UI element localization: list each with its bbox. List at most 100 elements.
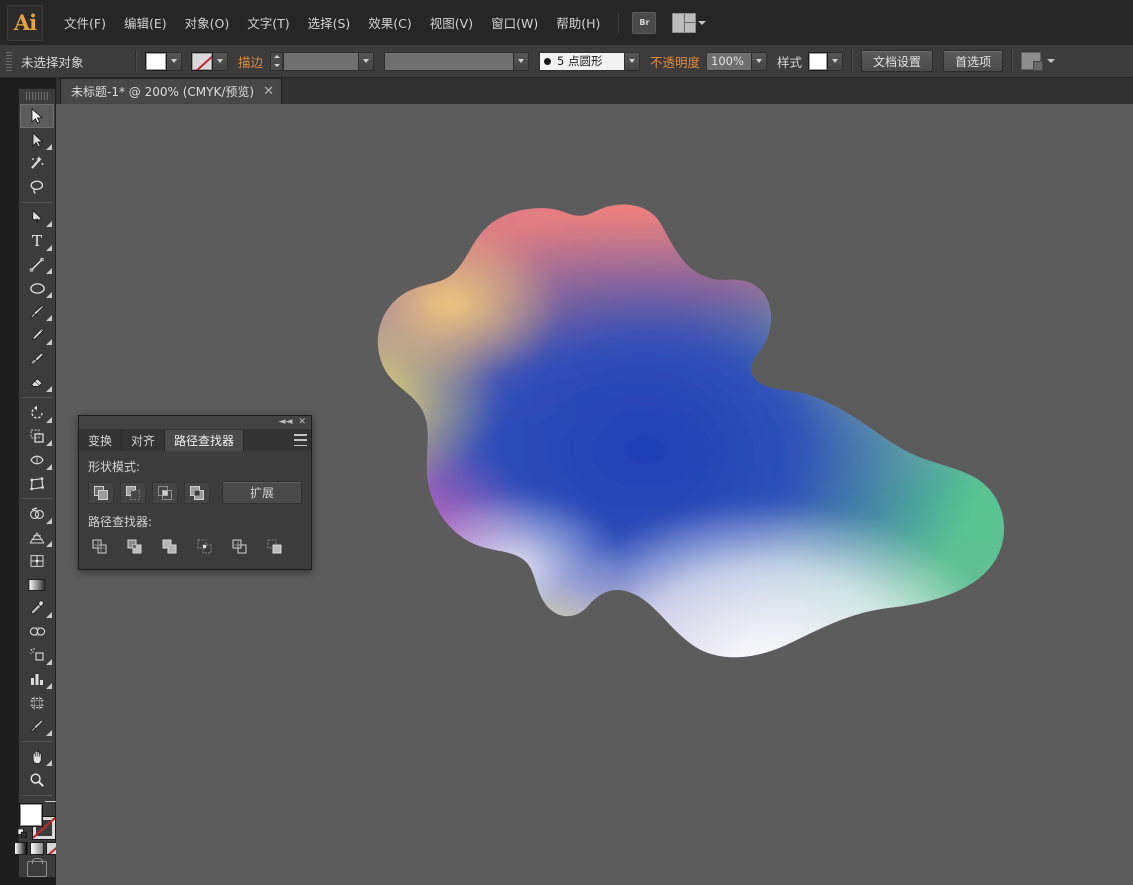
collapse-icon[interactable]: ◄◄ bbox=[279, 418, 293, 427]
gradient-tool[interactable] bbox=[20, 573, 54, 597]
shape-builder-tool[interactable] bbox=[20, 502, 54, 526]
minus-front-button[interactable] bbox=[120, 481, 146, 504]
graphic-style-group[interactable] bbox=[808, 51, 844, 71]
menu-file[interactable]: 文件(F) bbox=[55, 9, 115, 36]
fill-swatch[interactable] bbox=[145, 51, 167, 71]
fill-color-swatch[interactable] bbox=[19, 802, 43, 827]
slice-tool[interactable] bbox=[20, 714, 54, 738]
minus-back-button[interactable] bbox=[263, 536, 287, 558]
free-transform-tool[interactable] bbox=[20, 472, 54, 496]
pencil-tool[interactable] bbox=[20, 323, 54, 347]
expand-button[interactable]: 扩展 bbox=[222, 481, 302, 504]
mesh-tool[interactable] bbox=[20, 549, 54, 573]
menu-window[interactable]: 窗口(W) bbox=[482, 9, 547, 36]
rotate-tool[interactable] bbox=[20, 401, 54, 425]
width-profile-dropdown-button[interactable] bbox=[514, 51, 530, 71]
brush-definition-dropdown-button[interactable] bbox=[625, 51, 641, 71]
panel-menu-icon[interactable] bbox=[294, 434, 307, 446]
chevron-down-icon bbox=[217, 59, 223, 63]
menu-help[interactable]: 帮助(H) bbox=[547, 9, 609, 36]
pathfinder-panel[interactable]: ◄◄ ✕ 变换 对齐 路径查找器 形状模式: 扩展 路径查找器: bbox=[78, 415, 312, 570]
opacity-input[interactable]: 100% bbox=[706, 51, 753, 71]
menu-object[interactable]: 对象(O) bbox=[176, 9, 239, 36]
tool-divider bbox=[22, 397, 52, 399]
magic-wand-tool[interactable] bbox=[20, 152, 54, 176]
document-tab[interactable]: 未标题-1* @ 200% (CMYK/预览) ✕ bbox=[60, 78, 282, 104]
color-button[interactable] bbox=[14, 841, 28, 855]
stepper-down-icon[interactable] bbox=[271, 61, 282, 70]
exclude-button[interactable] bbox=[184, 481, 210, 504]
menu-edit[interactable]: 编辑(E) bbox=[115, 9, 176, 36]
zoom-tool[interactable] bbox=[20, 768, 54, 792]
brush-definition-field[interactable]: 5 点圆形 bbox=[539, 51, 626, 71]
menu-select[interactable]: 选择(S) bbox=[299, 9, 360, 36]
graphic-style-swatch[interactable] bbox=[808, 51, 829, 71]
fill-stroke-indicator[interactable] bbox=[18, 800, 57, 840]
bridge-icon[interactable]: Br bbox=[632, 11, 657, 34]
close-icon[interactable]: ✕ bbox=[263, 85, 274, 98]
tab-pathfinder[interactable]: 路径查找器 bbox=[165, 430, 245, 451]
eraser-tool[interactable] bbox=[20, 371, 54, 395]
document-setup-button[interactable]: 文档设置 bbox=[861, 50, 934, 72]
stroke-weight-stepper[interactable] bbox=[270, 51, 284, 71]
crop-button[interactable] bbox=[193, 536, 217, 558]
preferences-button[interactable]: 首选项 bbox=[943, 50, 1004, 72]
flyout-indicator-icon bbox=[46, 659, 52, 666]
align-to-pixel-grid-icon[interactable] bbox=[1021, 52, 1044, 71]
unite-button[interactable] bbox=[88, 481, 114, 504]
trim-button[interactable] bbox=[123, 536, 147, 558]
opacity-dropdown-button[interactable] bbox=[752, 51, 768, 71]
intersect-button[interactable] bbox=[152, 481, 178, 504]
width-tool[interactable] bbox=[20, 448, 54, 472]
tab-transform[interactable]: 变换 bbox=[79, 430, 123, 451]
stroke-swatch-none[interactable] bbox=[191, 51, 213, 71]
brush-definition-label: 5 点圆形 bbox=[557, 54, 603, 68]
control-bar-grip[interactable] bbox=[6, 51, 12, 71]
scale-tool[interactable] bbox=[20, 425, 54, 449]
menu-view[interactable]: 视图(V) bbox=[421, 9, 482, 36]
symbol-sprayer-tool[interactable] bbox=[20, 644, 54, 668]
lasso-tool[interactable] bbox=[20, 175, 54, 199]
merge-button[interactable] bbox=[158, 536, 182, 558]
screen-mode-icon[interactable] bbox=[27, 857, 47, 877]
panel-title-bar[interactable]: ◄◄ ✕ bbox=[79, 416, 311, 430]
graphic-style-dropdown-button[interactable] bbox=[828, 51, 844, 71]
line-segment-tool[interactable] bbox=[20, 253, 54, 277]
stroke-weight-input[interactable] bbox=[283, 51, 360, 71]
stroke-label[interactable]: 描边 bbox=[238, 52, 263, 71]
fill-dropdown-button[interactable] bbox=[167, 51, 182, 71]
type-tool[interactable]: T bbox=[20, 229, 54, 253]
outline-button[interactable] bbox=[228, 536, 252, 558]
menu-type[interactable]: 文字(T) bbox=[238, 9, 298, 36]
stepper-up-icon[interactable] bbox=[271, 53, 282, 62]
tab-align[interactable]: 对齐 bbox=[122, 430, 166, 451]
chevron-down-icon[interactable] bbox=[1047, 59, 1056, 63]
stroke-weight-dropdown-button[interactable] bbox=[359, 51, 375, 71]
pen-tool[interactable] bbox=[20, 206, 54, 230]
width-profile-input[interactable] bbox=[384, 51, 515, 71]
default-fill-stroke-icon[interactable] bbox=[18, 828, 27, 838]
menu-bar: Ai 文件(F) 编辑(E) 对象(O) 文字(T) 选择(S) 效果(C) 视… bbox=[0, 0, 1133, 46]
ellipse-tool[interactable] bbox=[20, 276, 54, 300]
paintbrush-tool[interactable] bbox=[20, 300, 54, 324]
hand-tool[interactable] bbox=[20, 745, 54, 769]
blend-tool[interactable] bbox=[20, 620, 54, 644]
artboard-tool[interactable] bbox=[20, 691, 54, 715]
close-icon[interactable]: ✕ bbox=[298, 418, 306, 427]
menu-effect[interactable]: 效果(C) bbox=[359, 9, 420, 36]
divide-button[interactable] bbox=[88, 536, 112, 558]
perspective-grid-tool[interactable] bbox=[20, 526, 54, 550]
opacity-label[interactable]: 不透明度 bbox=[650, 52, 700, 71]
blob-brush-tool[interactable] bbox=[20, 347, 54, 371]
selection-tool[interactable] bbox=[20, 104, 54, 129]
stroke-dropdown-button[interactable] bbox=[213, 51, 228, 71]
column-graph-tool[interactable] bbox=[20, 667, 54, 691]
gradient-mesh-blob[interactable] bbox=[332, 190, 1032, 690]
direct-selection-tool[interactable] bbox=[20, 128, 54, 152]
tools-panel-grip[interactable] bbox=[26, 92, 48, 101]
arrange-documents-button[interactable] bbox=[672, 12, 707, 33]
gradient-button[interactable] bbox=[30, 841, 44, 855]
fill-swatch-group[interactable] bbox=[145, 51, 182, 71]
stroke-swatch-group[interactable] bbox=[191, 51, 228, 71]
eyedropper-tool[interactable] bbox=[20, 597, 54, 621]
